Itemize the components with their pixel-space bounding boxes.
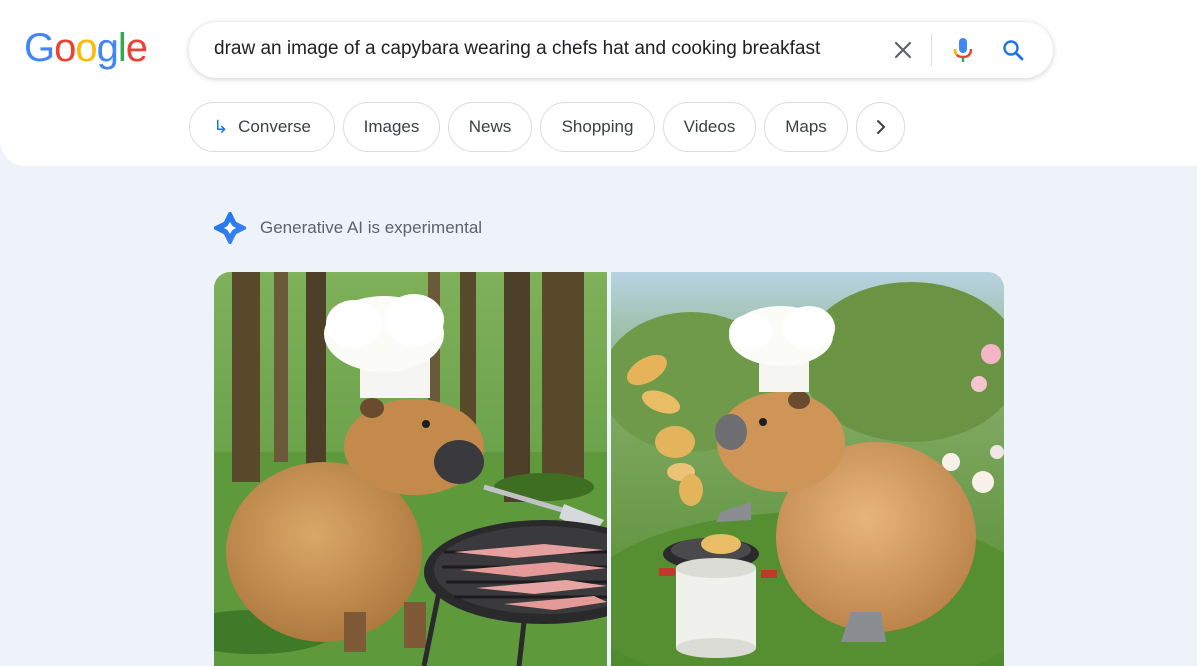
- search-input[interactable]: draw an image of a capybara wearing a ch…: [214, 38, 820, 60]
- search-box[interactable]: draw an image of a capybara wearing a ch…: [189, 22, 1053, 78]
- chip-converse-label: Converse: [238, 117, 311, 136]
- chip-more-button[interactable]: [856, 102, 905, 152]
- search-divider: [931, 34, 932, 66]
- generated-images: [214, 272, 1004, 666]
- generated-image-pancakes[interactable]: [611, 272, 1004, 666]
- chip-images-label: Images: [363, 117, 420, 136]
- chip-converse[interactable]: ↳ Converse: [189, 102, 335, 152]
- reply-arrow-icon: ↳: [213, 116, 229, 137]
- chip-shopping-label: Shopping: [561, 117, 634, 136]
- header: Google draw an image of a capybara weari…: [0, 0, 1197, 166]
- capybara-pancake-illustration: [611, 272, 1004, 666]
- chip-shopping[interactable]: Shopping: [540, 102, 655, 152]
- ai-experimental-label: Generative AI is experimental: [260, 218, 483, 237]
- logo-letter-l: l: [117, 26, 127, 70]
- chip-maps-label: Maps: [785, 117, 827, 136]
- generative-ai-banner: Generative AI is experimental: [214, 212, 482, 244]
- logo-letter-g: G: [24, 26, 55, 70]
- chip-news[interactable]: News: [448, 102, 532, 152]
- search-icon: [1003, 40, 1024, 61]
- capybara-grill-illustration: [214, 272, 607, 666]
- search-button[interactable]: [999, 36, 1027, 64]
- chip-videos[interactable]: Videos: [663, 102, 756, 152]
- generated-image-grill[interactable]: [214, 272, 607, 666]
- logo-letter-o2: o: [75, 26, 97, 70]
- logo-letter-e: e: [125, 26, 148, 70]
- chip-images[interactable]: Images: [343, 102, 440, 152]
- chevron-right-icon: [876, 120, 885, 134]
- microphone-icon: [953, 38, 973, 62]
- logo-letter-o1: o: [54, 26, 76, 70]
- chip-maps[interactable]: Maps: [764, 102, 848, 152]
- gemini-sparkle-icon: [214, 212, 246, 244]
- logo-letter-g2: g: [96, 26, 119, 70]
- chip-videos-label: Videos: [683, 117, 736, 136]
- close-icon: [894, 41, 912, 59]
- google-logo[interactable]: Google: [24, 26, 148, 70]
- clear-search-button[interactable]: [889, 36, 917, 64]
- chip-news-label: News: [468, 117, 512, 136]
- voice-search-button[interactable]: [949, 36, 977, 64]
